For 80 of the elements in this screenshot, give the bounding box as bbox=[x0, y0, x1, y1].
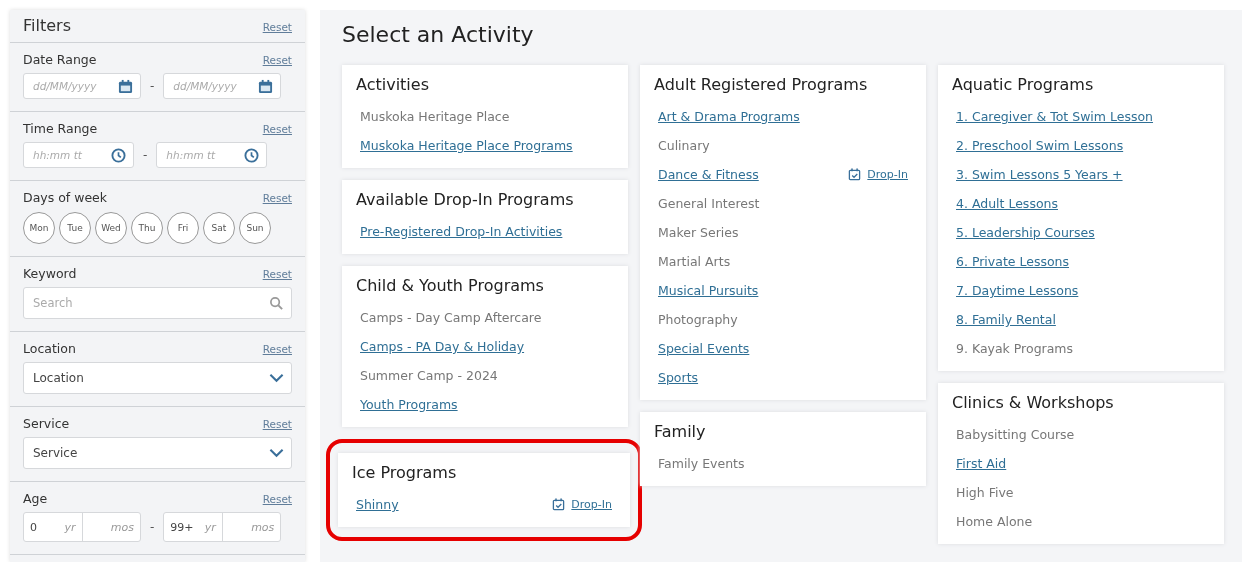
chevron-down-icon bbox=[269, 373, 284, 383]
activity-label: Photography bbox=[658, 312, 738, 327]
filter-label: Age bbox=[23, 491, 48, 506]
filter-label: Days of week bbox=[23, 190, 108, 205]
calendar-check-icon bbox=[552, 498, 566, 511]
filter-label: Time Range bbox=[23, 121, 98, 136]
range-separator: - bbox=[150, 520, 155, 534]
reset-link[interactable]: Reset bbox=[262, 493, 292, 505]
activity-link[interactable]: 1. Caregiver & Tot Swim Lesson bbox=[956, 109, 1153, 124]
drop-in-link[interactable]: Drop-In bbox=[571, 498, 612, 511]
calendar-icon bbox=[258, 78, 274, 94]
clock-icon bbox=[111, 147, 126, 163]
card-title: Family bbox=[654, 422, 707, 441]
activity-label: Culinary bbox=[658, 138, 710, 153]
activity-label: 9. Kayak Programs bbox=[956, 341, 1074, 356]
reset-link[interactable]: Reset bbox=[262, 54, 292, 66]
select-dropdown[interactable]: Location bbox=[23, 362, 292, 394]
activity-label: General Interest bbox=[658, 196, 760, 211]
page-title: Select an Activity bbox=[342, 22, 535, 47]
activity-label: Babysitting Course bbox=[956, 427, 1075, 442]
filters-title: Filters bbox=[23, 16, 71, 35]
activity-label: Summer Camp - 2024 bbox=[360, 368, 498, 383]
chevron-down-icon bbox=[269, 448, 284, 458]
activity-link[interactable]: Pre-Registered Drop-In Activities bbox=[360, 224, 563, 239]
activity-link[interactable]: 6. Private Lessons bbox=[956, 254, 1069, 269]
reset-link[interactable]: Reset bbox=[262, 192, 292, 204]
activity-label: Camps - Day Camp Aftercare bbox=[360, 310, 542, 325]
reset-link[interactable]: Reset bbox=[262, 21, 292, 33]
activity-link[interactable]: 2. Preschool Swim Lessons bbox=[956, 138, 1124, 153]
reset-link[interactable]: Reset bbox=[262, 418, 292, 430]
activity-label: Martial Arts bbox=[658, 254, 731, 269]
activity-link[interactable]: Dance & Fitness bbox=[658, 167, 759, 182]
day-toggle[interactable]: Wed bbox=[95, 212, 127, 244]
calendar-check-icon bbox=[848, 168, 862, 181]
activity-link[interactable]: 8. Family Rental bbox=[956, 312, 1056, 327]
filter-label: Service bbox=[23, 416, 70, 431]
clock-icon bbox=[244, 147, 260, 163]
drop-in-link[interactable]: Drop-In bbox=[867, 168, 908, 181]
card-title: Ice Programs bbox=[352, 463, 458, 482]
day-toggle[interactable]: Sat bbox=[203, 212, 235, 244]
activity-link[interactable]: Muskoka Heritage Place Programs bbox=[360, 138, 573, 153]
activity-link[interactable]: 3. Swim Lessons 5 Years + bbox=[956, 167, 1123, 182]
activity-link[interactable]: 4. Adult Lessons bbox=[956, 196, 1058, 211]
card-title: Available Drop-In Programs bbox=[356, 190, 575, 209]
range-separator: - bbox=[150, 79, 155, 93]
calendar-icon bbox=[118, 78, 133, 94]
activity-label: High Five bbox=[956, 485, 1014, 500]
activity-link[interactable]: Musical Pursuits bbox=[658, 283, 759, 298]
reset-link[interactable]: Reset bbox=[262, 343, 292, 355]
activity-label: Maker Series bbox=[658, 225, 739, 240]
activity-label: Home Alone bbox=[956, 514, 1033, 529]
card-title: Child & Youth Programs bbox=[356, 276, 545, 295]
filter-label: Location bbox=[23, 341, 76, 356]
day-toggle[interactable]: Thu bbox=[131, 212, 163, 244]
card-title: Activities bbox=[356, 75, 430, 94]
activity-label: Muskoka Heritage Place bbox=[360, 109, 510, 124]
activity-link[interactable]: Sports bbox=[658, 370, 699, 385]
search-icon bbox=[269, 295, 284, 311]
activity-link[interactable]: Art & Drama Programs bbox=[658, 109, 800, 124]
range-separator: - bbox=[143, 148, 148, 162]
reset-link[interactable]: Reset bbox=[262, 268, 292, 280]
activity-link[interactable]: First Aid bbox=[956, 456, 1007, 471]
filter-label: Date Range bbox=[23, 52, 97, 67]
day-toggle[interactable]: Mon bbox=[23, 212, 55, 244]
activity-link[interactable]: 7. Daytime Lessons bbox=[956, 283, 1079, 298]
filter-label: Keyword bbox=[23, 266, 77, 281]
day-toggle[interactable]: Sun bbox=[239, 212, 271, 244]
activity-link[interactable]: Camps - PA Day & Holiday bbox=[360, 339, 525, 354]
day-toggle[interactable]: Fri bbox=[167, 212, 199, 244]
select-dropdown[interactable]: Service bbox=[23, 437, 292, 469]
card-title: Aquatic Programs bbox=[952, 75, 1095, 94]
activity-link[interactable]: Special Events bbox=[658, 341, 750, 356]
card-title: Adult Registered Programs bbox=[654, 75, 869, 94]
activity-link[interactable]: Shinny bbox=[356, 497, 399, 512]
activity-link[interactable]: 5. Leadership Courses bbox=[956, 225, 1095, 240]
day-toggle[interactable]: Tue bbox=[59, 212, 91, 244]
activity-label: Family Events bbox=[658, 456, 745, 471]
card-title: Clinics & Workshops bbox=[952, 393, 1115, 412]
reset-link[interactable]: Reset bbox=[262, 123, 292, 135]
activity-link[interactable]: Youth Programs bbox=[360, 397, 458, 412]
